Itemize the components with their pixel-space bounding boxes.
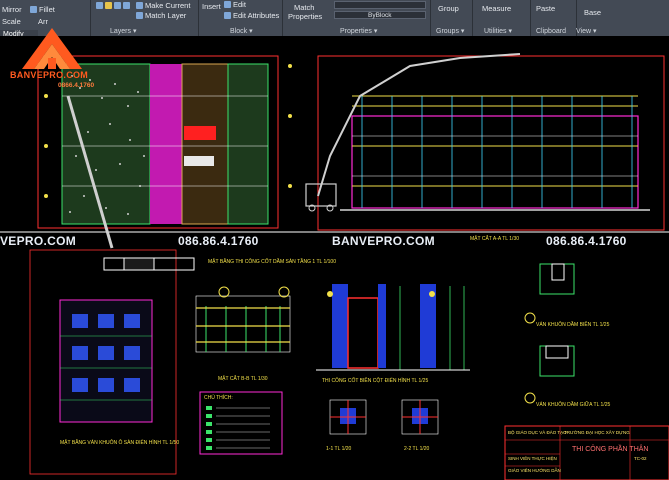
mirror-button[interactable]: Mirror bbox=[2, 5, 22, 14]
insert-button[interactable]: Insert bbox=[202, 2, 221, 11]
make-current-icon bbox=[136, 2, 143, 9]
layer-off-icon bbox=[123, 2, 130, 9]
utilities-panel-title[interactable]: Utilities ▾ bbox=[484, 27, 512, 35]
section-bb-label: MẶT CẮT B-B TL 1/30 bbox=[218, 376, 268, 382]
measure-button[interactable]: Measure bbox=[482, 4, 511, 13]
color-dropdown[interactable] bbox=[334, 1, 426, 9]
edit-attributes-button[interactable]: Edit Attributes bbox=[224, 11, 279, 20]
match-properties-button[interactable]: Match bbox=[294, 3, 314, 12]
title-block-school: TRƯỜNG ĐẠI HỌC XÂY DỰNG bbox=[564, 430, 630, 435]
match-layer-icon bbox=[136, 12, 143, 19]
detail-2-label: 2-2 TL 1/20 bbox=[404, 446, 430, 452]
detail-1-label: 1-1 TL 1/20 bbox=[326, 446, 352, 452]
legend-box bbox=[199, 391, 283, 455]
section-bb-drawing bbox=[195, 286, 291, 353]
view-panel: Base View ▾ bbox=[576, 0, 669, 36]
ribbon-toolbar: Mirror Fillet Scale Arr Modify Make Curr… bbox=[0, 0, 669, 40]
layers-panel-title[interactable]: Layers ▾ bbox=[110, 27, 136, 35]
layer-freeze-icon bbox=[105, 2, 112, 9]
legend-items bbox=[206, 406, 212, 450]
base-button[interactable]: Base bbox=[584, 8, 601, 17]
detail-2-drawing bbox=[401, 399, 439, 435]
title-block-instructor-label: GIÁO VIÊN HƯỚNG DẪN bbox=[508, 468, 561, 473]
linetype-dropdown[interactable]: ByBlock bbox=[334, 11, 426, 19]
clipboard-panel: Paste Clipboard bbox=[530, 0, 577, 36]
column-construction-label: THI CÔNG CỐT BIÊN CỘT ĐIỂN HÌNH TL 1/25 bbox=[322, 378, 429, 384]
layer-tools[interactable] bbox=[96, 2, 130, 9]
formwork-1-label: VÁN KHUÔN DẦM BIÊN TL 1/25 bbox=[536, 322, 610, 328]
utilities-panel: Measure Utilities ▾ bbox=[472, 0, 531, 36]
top-plan-label: MẶT BẰNG THI CÔNG CỐT DẦM SÀN TẦNG 1 TL … bbox=[208, 259, 336, 265]
properties-panel: Match Properties ByBlock Properties ▾ bbox=[282, 0, 431, 36]
layer-lock-icon bbox=[114, 2, 121, 9]
title-block-sheet: THI CÔNG PHẦN THÂN bbox=[572, 446, 649, 453]
watermark-site-left: VEPRO.COM bbox=[0, 234, 77, 248]
group-button[interactable]: Group bbox=[438, 4, 459, 13]
fillet-button[interactable]: Fillet bbox=[30, 5, 55, 14]
title-block-project: BỘ GIÁO DỤC VÀ ĐÀO TẠO bbox=[508, 430, 567, 435]
watermark-phone-right: 086.86.4.1760 bbox=[546, 234, 627, 248]
clipboard-panel-title[interactable]: Clipboard bbox=[536, 28, 566, 35]
watermark-phone-left: 086.86.4.1760 bbox=[178, 234, 259, 248]
legend-title: CHÚ THÍCH: bbox=[204, 395, 233, 401]
properties-panel-title[interactable]: Properties ▾ bbox=[340, 27, 377, 35]
plan-left-label: MẶT BẰNG VÁN KHUÔN Ô SÀN ĐIỂN HÌNH TL 1/… bbox=[60, 440, 180, 446]
logo-phone: 0866.4.1760 bbox=[58, 82, 95, 89]
edit-attributes-icon bbox=[224, 12, 231, 19]
drawing-canvas[interactable]: MẶT BẰNG THI CÔNG CỐT DẦM SÀN TẦNG 1 TL … bbox=[0, 36, 669, 480]
paste-button[interactable]: Paste bbox=[536, 4, 555, 13]
layers-panel: Make Current Match Layer Layers ▾ bbox=[90, 0, 199, 36]
groups-panel: Group Groups ▾ bbox=[430, 0, 473, 36]
cad-drawing bbox=[0, 53, 669, 480]
logo-name: BANVEPRO.COM bbox=[10, 70, 89, 80]
view-panel-title[interactable]: View ▾ bbox=[576, 27, 597, 35]
make-current-button[interactable]: Make Current bbox=[136, 1, 190, 10]
groups-panel-title[interactable]: Groups ▾ bbox=[436, 27, 464, 35]
section-aa-drawing bbox=[305, 53, 665, 231]
title-block-student-label: SINH VIÊN THỰC HIỆN bbox=[508, 456, 557, 461]
section-aa-label: MẶT CẮT A-A TL 1/30 bbox=[470, 236, 520, 242]
formwork-details-right bbox=[524, 263, 575, 404]
watermark-site-center: BANVEPRO.COM bbox=[332, 234, 435, 248]
detail-1-drawing bbox=[329, 399, 367, 435]
edit-icon bbox=[224, 1, 231, 8]
fillet-icon bbox=[30, 6, 37, 13]
edit-button[interactable]: Edit bbox=[224, 0, 246, 9]
block-panel-title[interactable]: Block ▾ bbox=[230, 27, 253, 35]
title-block-code: TC-02 bbox=[634, 456, 647, 461]
crane-detail bbox=[103, 257, 195, 271]
block-panel: Insert Edit Edit Attributes Block ▾ bbox=[198, 0, 283, 36]
match-properties-label: Properties bbox=[288, 12, 323, 21]
layer-icon bbox=[96, 2, 103, 9]
match-layer-button[interactable]: Match Layer bbox=[136, 11, 186, 20]
formwork-2-label: VÁN KHUÔN DẦM GIỮA TL 1/25 bbox=[536, 402, 611, 408]
column-construction-drawing bbox=[316, 284, 470, 371]
